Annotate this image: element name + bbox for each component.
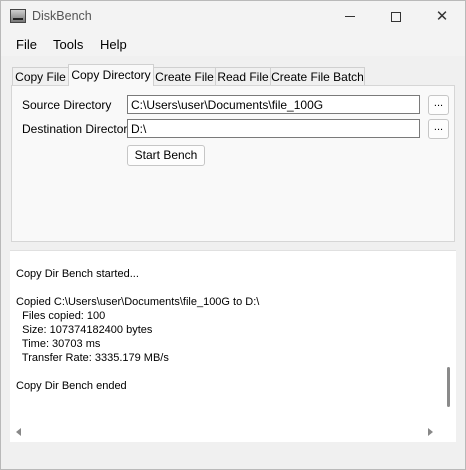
- menu-help[interactable]: Help: [100, 37, 127, 52]
- source-directory-input[interactable]: C:\Users\user\Documents\file_100G: [127, 95, 420, 114]
- log-line: Copy Dir Bench ended: [16, 380, 127, 392]
- log-line: Size: 107374182400 bytes: [16, 324, 153, 336]
- scroll-left-arrow-icon[interactable]: [16, 428, 21, 436]
- tab-create-file-batch[interactable]: Create File Batch: [270, 67, 365, 85]
- close-button[interactable]: ✕: [419, 1, 465, 32]
- tab-copy-directory[interactable]: Copy Directory: [68, 64, 154, 86]
- maximize-button[interactable]: [373, 1, 419, 32]
- start-bench-button[interactable]: Start Bench: [127, 145, 205, 166]
- log-vertical-scrollbar[interactable]: [444, 251, 454, 423]
- app-window: DiskBench ✕ File Tools Help Copy File Co…: [0, 0, 466, 470]
- log-horizontal-scrollbar[interactable]: [10, 425, 446, 439]
- copy-directory-panel: Source Directory C:\Users\user\Documents…: [11, 85, 455, 242]
- destination-directory-label: Destination Directory: [22, 122, 134, 136]
- log-output[interactable]: Copy Dir Bench started... Copied C:\User…: [10, 250, 456, 442]
- window-title: DiskBench: [32, 9, 92, 23]
- source-directory-label: Source Directory: [22, 98, 112, 112]
- menu-file[interactable]: File: [16, 37, 37, 52]
- tab-create-file[interactable]: Create File: [153, 67, 216, 85]
- close-icon: ✕: [435, 7, 449, 25]
- minimize-button[interactable]: [327, 1, 373, 32]
- tab-read-file[interactable]: Read File: [215, 67, 271, 85]
- maximize-icon: [391, 11, 401, 22]
- log-line: Files copied: 100: [16, 310, 106, 322]
- log-line: Copied C:\Users\user\Documents\file_100G…: [16, 296, 260, 308]
- log-line: Transfer Rate: 3335.179 MB/s: [16, 352, 169, 364]
- minimize-icon: [345, 16, 355, 17]
- log-vertical-scroll-thumb[interactable]: [447, 367, 450, 407]
- tab-copy-file[interactable]: Copy File: [12, 67, 69, 85]
- title-bar[interactable]: DiskBench ✕: [1, 1, 465, 32]
- destination-browse-button[interactable]: ...: [428, 119, 449, 139]
- log-line: Copy Dir Bench started...: [16, 268, 139, 280]
- log-line: Time: 30703 ms: [16, 338, 101, 350]
- source-browse-button[interactable]: ...: [428, 95, 449, 115]
- destination-directory-input[interactable]: D:\: [127, 119, 420, 138]
- menu-tools[interactable]: Tools: [53, 37, 83, 52]
- scroll-right-arrow-icon[interactable]: [428, 428, 433, 436]
- menu-bar: File Tools Help: [1, 32, 465, 56]
- disk-icon: [10, 9, 26, 23]
